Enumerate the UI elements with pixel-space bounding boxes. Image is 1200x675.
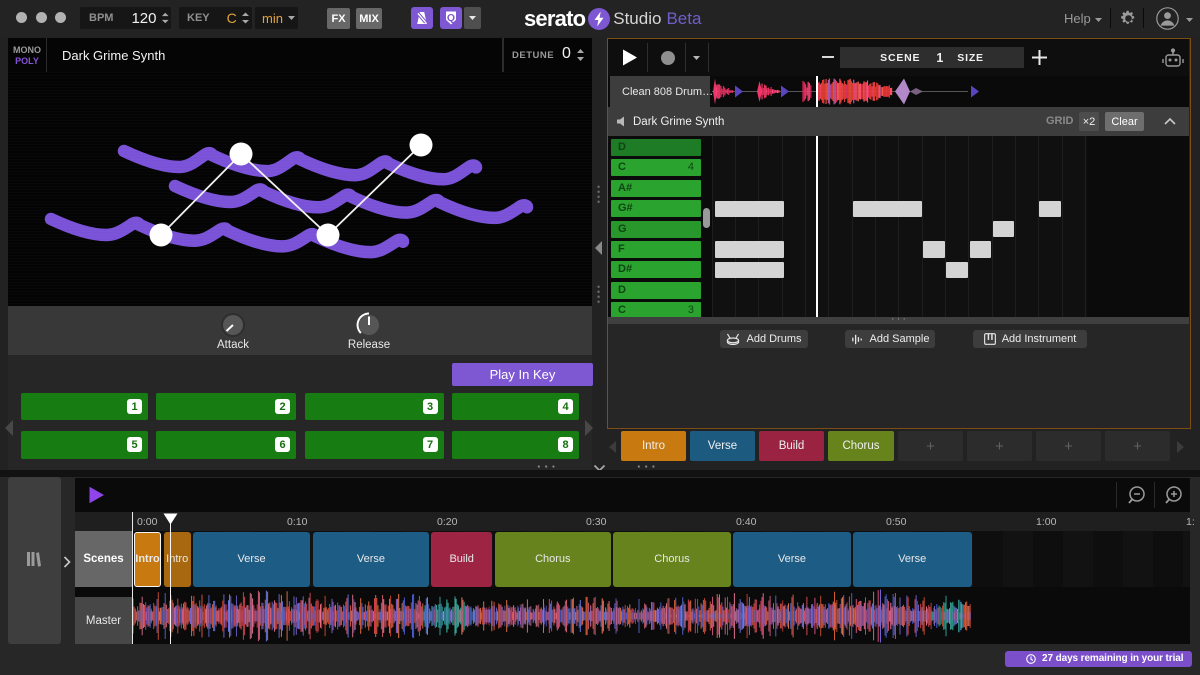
svg-text:Q: Q <box>447 12 455 24</box>
